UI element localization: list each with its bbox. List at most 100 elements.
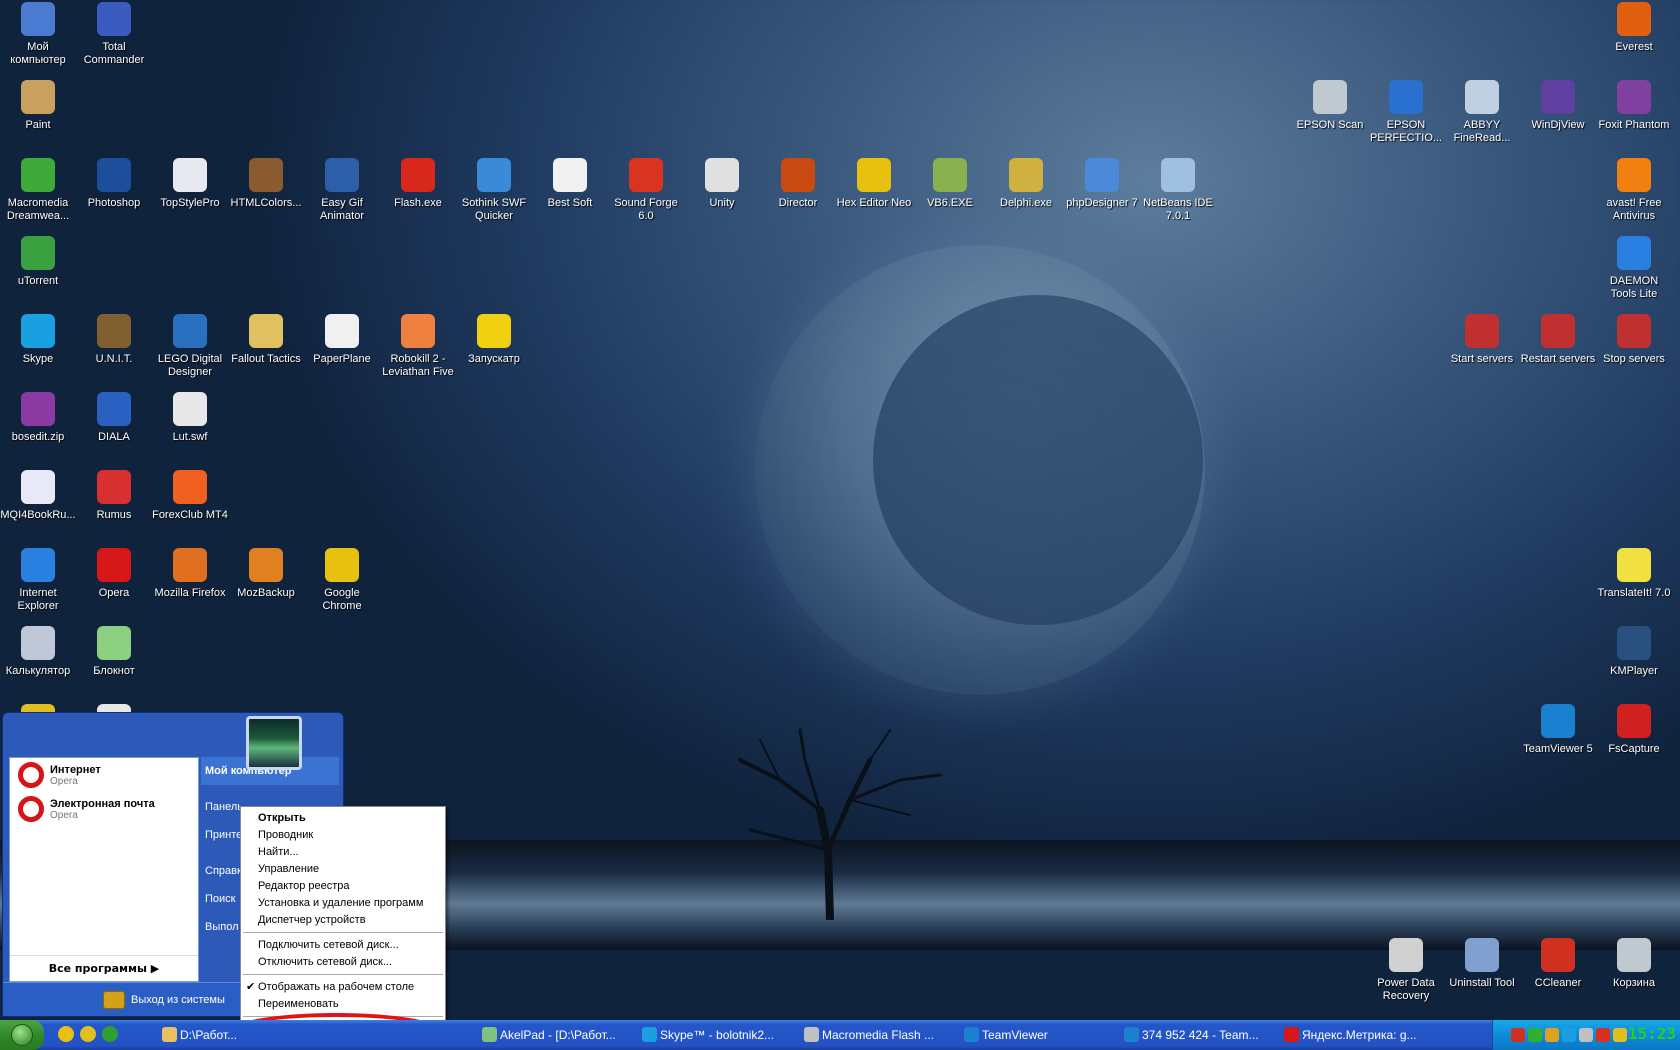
desktop-icon[interactable]: Uninstall Tool xyxy=(1444,938,1520,990)
quick-launch-icon[interactable] xyxy=(58,1026,74,1042)
desktop-icon[interactable]: Google Chrome xyxy=(304,548,380,613)
desktop-icon[interactable]: Paint xyxy=(0,80,76,132)
system-tray: 15:23 xyxy=(1492,1020,1680,1050)
desktop-icon[interactable]: EPSON Scan xyxy=(1292,80,1368,132)
tray-icon[interactable] xyxy=(1596,1028,1610,1042)
tray-icon[interactable] xyxy=(1562,1028,1576,1042)
context-menu-item[interactable]: Открыть xyxy=(241,810,445,827)
desktop-icon[interactable]: NetBeans IDE 7.0.1 xyxy=(1140,158,1216,223)
context-menu-item[interactable]: Проводник xyxy=(241,827,445,844)
desktop-icon[interactable]: Stop servers xyxy=(1596,314,1672,366)
desktop-icon[interactable]: Internet Explorer xyxy=(0,548,76,613)
context-menu-item[interactable]: Редактор реестра xyxy=(241,878,445,895)
desktop-icon[interactable]: uTorrent xyxy=(0,236,76,288)
desktop-icon[interactable]: Блокнот xyxy=(76,626,152,678)
wallpaper-tree xyxy=(738,728,942,920)
desktop-icon[interactable]: Start servers xyxy=(1444,314,1520,366)
context-menu-item[interactable]: Диспетчер устройств xyxy=(241,912,445,929)
context-menu-item[interactable]: ✔ Отображать на рабочем столе xyxy=(241,979,445,996)
taskbar-app-icon xyxy=(1124,1027,1139,1042)
desktop-icon[interactable]: Unity xyxy=(684,158,760,210)
taskbar-button[interactable]: AkelPad - [D:\Работ... xyxy=(478,1023,638,1047)
context-menu-item[interactable]: Управление xyxy=(241,861,445,878)
desktop-icon[interactable]: Everest xyxy=(1596,2,1672,54)
desktop-icon[interactable]: CCleaner xyxy=(1520,938,1596,990)
desktop-icon[interactable]: EPSON PERFECTIO... xyxy=(1368,80,1444,145)
desktop-icon[interactable]: Total Commander xyxy=(76,2,152,67)
desktop-icon[interactable]: TeamViewer 5 xyxy=(1520,704,1596,756)
desktop-icon[interactable]: Мой компьютер xyxy=(0,2,76,67)
desktop-icon[interactable]: phpDesigner 7 xyxy=(1064,158,1140,210)
taskbar-button[interactable]: Яндекс.Метрика: g... xyxy=(1280,1023,1432,1047)
context-menu-item[interactable]: Отключить сетевой диск... xyxy=(241,954,445,971)
desktop-icon[interactable]: TopStylePro xyxy=(152,158,228,210)
desktop-icon[interactable]: VB6.EXE xyxy=(912,158,988,210)
desktop-icon[interactable]: Hex Editor Neo xyxy=(836,158,912,210)
desktop-icon-label: ABBYY FineRead... xyxy=(1453,119,1511,144)
desktop-icon[interactable]: Restart servers xyxy=(1520,314,1596,366)
desktop-icon[interactable]: MozBackup xyxy=(228,548,304,600)
start-menu-item-email[interactable]: Электронная почта Opera xyxy=(10,792,198,826)
tray-icon[interactable] xyxy=(1579,1028,1593,1042)
context-menu-item[interactable]: Установка и удаление программ xyxy=(241,895,445,912)
desktop-icon[interactable]: Sothink SWF Quicker xyxy=(456,158,532,223)
context-menu-item-label: Проводник xyxy=(258,829,314,841)
desktop-icon[interactable]: Skype xyxy=(0,314,76,366)
desktop-icon[interactable]: DAEMON Tools Lite xyxy=(1596,236,1672,301)
desktop-icon[interactable]: Sound Forge 6.0 xyxy=(608,158,684,223)
desktop-icon[interactable]: Power Data Recovery xyxy=(1368,938,1444,1003)
desktop-icon[interactable]: ABBYY FineRead... xyxy=(1444,80,1520,145)
quick-launch-icon[interactable] xyxy=(102,1026,118,1042)
start-button[interactable] xyxy=(0,1020,44,1050)
taskbar-button[interactable]: TeamViewer xyxy=(960,1023,1100,1047)
desktop-icon[interactable]: ForexClub MT4 xyxy=(152,470,228,522)
desktop-icon[interactable]: KMPlayer xyxy=(1596,626,1672,678)
notepad-icon xyxy=(97,626,131,660)
context-menu-item[interactable]: Найти... xyxy=(241,844,445,861)
tray-icon[interactable] xyxy=(1511,1028,1525,1042)
taskbar-button[interactable]: D:\Работ... xyxy=(158,1023,278,1047)
item-title: Интернет xyxy=(50,763,101,776)
taskbar-button[interactable]: Skype™ - bolotnik2... xyxy=(638,1023,788,1047)
desktop-icon[interactable]: WinDjView xyxy=(1520,80,1596,132)
desktop-icon[interactable]: Foxit Phantom xyxy=(1596,80,1672,132)
all-programs-button[interactable]: Все программы ▶ xyxy=(10,955,198,975)
desktop-icon[interactable]: Калькулятор xyxy=(0,626,76,678)
context-menu-item[interactable]: Переименовать xyxy=(241,996,445,1013)
desktop-icon[interactable]: LEGO Digital Designer xyxy=(152,314,228,379)
desktop-icon-label: phpDesigner 7 xyxy=(1066,197,1138,209)
desktop-icon[interactable]: HTMLColors... xyxy=(228,158,304,210)
desktop-icon[interactable]: Rumus xyxy=(76,470,152,522)
desktop-icon[interactable]: DIALA xyxy=(76,392,152,444)
tray-icon[interactable] xyxy=(1613,1028,1627,1042)
context-menu-item[interactable]: Подключить сетевой диск... xyxy=(241,937,445,954)
desktop-icon[interactable]: bosedit.zip xyxy=(0,392,76,444)
desktop-icon[interactable]: Photoshop xyxy=(76,158,152,210)
desktop-icon[interactable]: Запускатр xyxy=(456,314,532,366)
quick-launch-icon[interactable] xyxy=(80,1026,96,1042)
tray-icon[interactable] xyxy=(1528,1028,1542,1042)
desktop-icon[interactable]: MQI4BookRu... xyxy=(0,470,76,522)
clock[interactable]: 15:23 xyxy=(1628,1024,1676,1043)
taskbar-button[interactable]: 374 952 424 - Team... xyxy=(1120,1023,1272,1047)
desktop-icon[interactable]: Best Soft xyxy=(532,158,608,210)
desktop-icon[interactable]: avast! Free Antivirus xyxy=(1596,158,1672,223)
desktop-icon[interactable]: Корзина xyxy=(1596,938,1672,990)
desktop-icon[interactable]: FsCapture xyxy=(1596,704,1672,756)
desktop-icon[interactable]: Delphi.exe xyxy=(988,158,1064,210)
start-menu-item-internet[interactable]: Интернет Opera xyxy=(10,758,198,792)
taskbar-button[interactable]: Macromedia Flash ... xyxy=(800,1023,950,1047)
desktop-icon[interactable]: U.N.I.T. xyxy=(76,314,152,366)
desktop-icon[interactable]: Opera xyxy=(76,548,152,600)
desktop-icon[interactable]: Director xyxy=(760,158,836,210)
tray-icon[interactable] xyxy=(1545,1028,1559,1042)
desktop-icon[interactable]: Macromedia Dreamwea... xyxy=(0,158,76,223)
desktop-icon[interactable]: Fallout Tactics xyxy=(228,314,304,366)
desktop-icon[interactable]: Robokill 2 - Leviathan Five xyxy=(380,314,456,379)
desktop-icon[interactable]: Lut.swf xyxy=(152,392,228,444)
desktop-icon[interactable]: Mozilla Firefox xyxy=(152,548,228,600)
desktop-icon[interactable]: TranslateIt! 7.0 xyxy=(1596,548,1672,600)
desktop-icon[interactable]: PaperPlane xyxy=(304,314,380,366)
desktop-icon[interactable]: Flash.exe xyxy=(380,158,456,210)
desktop-icon[interactable]: Easy Gif Animator xyxy=(304,158,380,223)
